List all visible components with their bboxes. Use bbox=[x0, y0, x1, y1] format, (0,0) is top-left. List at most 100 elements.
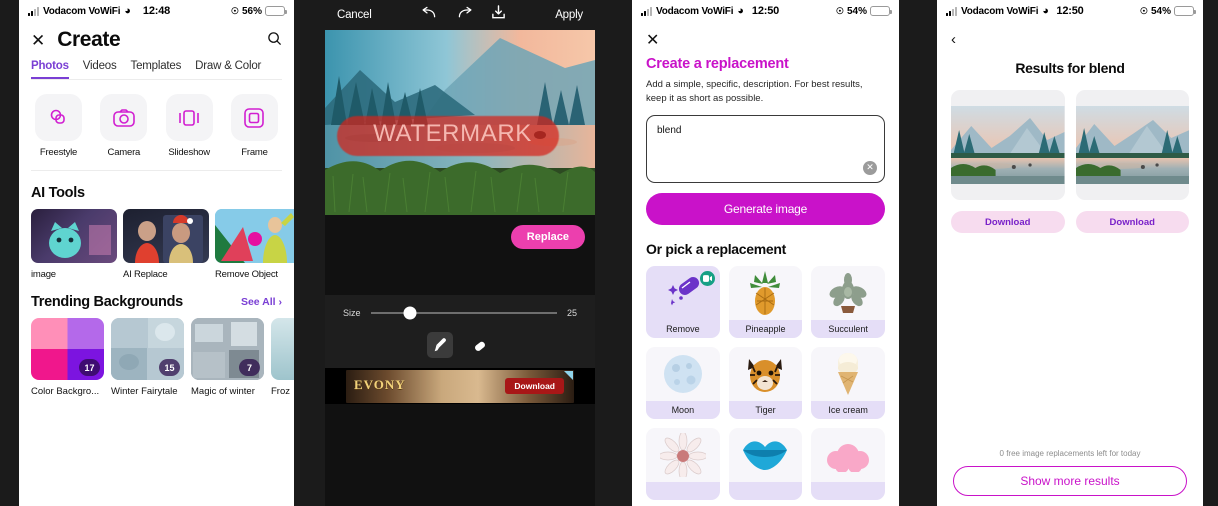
video-badge-icon bbox=[699, 270, 715, 286]
clear-text-icon[interactable]: ✕ bbox=[863, 160, 877, 175]
succulent-plant-icon bbox=[811, 266, 885, 320]
status-time: 12:50 bbox=[1056, 5, 1084, 17]
see-all-label: See All bbox=[240, 296, 276, 308]
redo-arrow-icon[interactable] bbox=[456, 6, 473, 24]
replace-button[interactable]: Replace bbox=[510, 225, 585, 249]
battery-icon bbox=[870, 6, 892, 16]
download-button[interactable]: Download bbox=[1075, 211, 1189, 233]
daisy-flower-icon bbox=[646, 428, 720, 482]
slider-knob[interactable] bbox=[403, 306, 417, 320]
result-image-frame[interactable] bbox=[1075, 90, 1189, 200]
tab-draw-color[interactable]: Draw & Color bbox=[195, 60, 261, 79]
signal-bars-icon bbox=[28, 6, 39, 16]
replacement-label: Moon bbox=[646, 400, 720, 419]
wifi-icon: ◕ bbox=[124, 4, 131, 17]
background-count: 15 bbox=[159, 359, 180, 376]
status-time: 12:48 bbox=[142, 5, 171, 17]
photo-editor-panel: Cancel Apply WATERMARK Replace Size 25 E… bbox=[325, 0, 595, 506]
replacement-item-succulent[interactable]: Succulent bbox=[811, 265, 885, 338]
replacement-item-ice-cream[interactable]: Ice cream bbox=[811, 346, 885, 419]
tool-camera[interactable]: Camera bbox=[96, 94, 151, 158]
background-count: 17 bbox=[79, 359, 100, 376]
replacement-item-fluff[interactable] bbox=[811, 427, 885, 500]
ai-tool-card[interactable]: AI Replace bbox=[123, 209, 209, 280]
tool-label: Slideshow bbox=[168, 147, 210, 158]
back-chevron-icon[interactable]: ‹ bbox=[937, 22, 1203, 48]
background-count: 7 bbox=[239, 359, 260, 376]
replacement-item-daisy[interactable] bbox=[646, 427, 720, 500]
replacement-label: Tiger bbox=[728, 400, 803, 419]
download-icon[interactable] bbox=[491, 5, 506, 25]
tool-slideshow[interactable]: Slideshow bbox=[162, 94, 217, 158]
show-more-results-button[interactable]: Show more results bbox=[953, 466, 1187, 496]
lock-rotation-icon: ☉ bbox=[230, 5, 239, 16]
replacement-item-moon[interactable]: Moon bbox=[646, 346, 720, 419]
camera-icon bbox=[100, 94, 148, 141]
replacement-item-pineapple[interactable]: Pineapple bbox=[728, 265, 803, 338]
close-icon[interactable]: ✕ bbox=[31, 32, 45, 49]
size-slider[interactable] bbox=[370, 306, 557, 320]
ai-tool-card[interactable]: Remove Object bbox=[215, 209, 294, 280]
chevron-right-icon: › bbox=[278, 296, 283, 308]
battery-percent: 54% bbox=[1150, 5, 1171, 17]
background-card[interactable]: 17 Color Backgro... bbox=[31, 318, 104, 397]
status-bar: Vodacom VoWiFi ◕ 12:50 ☉ 54% bbox=[632, 0, 899, 22]
ad-download-button[interactable]: Download bbox=[505, 377, 564, 394]
quick-tools-row: Freestyle Camera Slideshow Frame bbox=[19, 80, 294, 164]
background-card[interactable]: Froz bbox=[271, 318, 294, 397]
editor-history-icons bbox=[421, 5, 506, 25]
result-image-frame[interactable] bbox=[951, 90, 1065, 200]
ai-tool-card[interactable]: image bbox=[31, 209, 117, 280]
section-title: Or pick a replacement bbox=[646, 240, 786, 257]
status-bar: Vodacom VoWiFi ◕ 12:50 ☉ 54% bbox=[937, 0, 1203, 22]
create-replacement-panel: Vodacom VoWiFi ◕ 12:50 ☉ 54% ✕ Create a … bbox=[632, 0, 899, 506]
see-all-button[interactable]: See All › bbox=[241, 296, 282, 308]
download-button[interactable]: Download bbox=[951, 211, 1065, 233]
status-time: 12:50 bbox=[751, 5, 780, 17]
lock-rotation-icon: ☉ bbox=[835, 5, 844, 16]
frozen-thumbnail bbox=[271, 318, 294, 380]
wifi-icon: ◕ bbox=[1042, 4, 1049, 17]
replacement-item-tiger[interactable]: Tiger bbox=[728, 346, 803, 419]
page-subtitle: Add a simple, specific, description. For… bbox=[646, 79, 863, 104]
carrier-label: Vodacom VoWiFi bbox=[961, 5, 1039, 17]
close-icon[interactable]: ✕ bbox=[632, 22, 899, 52]
apply-button[interactable]: Apply bbox=[555, 9, 583, 21]
status-right: ☉ 54% bbox=[835, 5, 892, 17]
tab-templates[interactable]: Templates bbox=[131, 60, 182, 79]
tab-videos[interactable]: Videos bbox=[83, 60, 117, 79]
wifi-icon: ◕ bbox=[737, 4, 744, 17]
background-card[interactable]: 15 Winter Fairytale bbox=[111, 318, 184, 397]
search-icon[interactable] bbox=[267, 31, 282, 50]
pineapple-icon bbox=[729, 266, 803, 320]
slideshow-icon bbox=[165, 94, 213, 141]
background-card[interactable]: 7 Magic of winter bbox=[191, 318, 264, 397]
size-value: 25 bbox=[566, 308, 577, 318]
editor-canvas[interactable]: WATERMARK bbox=[325, 30, 595, 215]
replacement-item-remove[interactable]: Remove bbox=[646, 265, 720, 338]
tab-photos[interactable]: Photos bbox=[31, 60, 69, 79]
tool-frame[interactable]: Frame bbox=[227, 94, 282, 158]
signal-bars-icon bbox=[641, 6, 652, 16]
prompt-value: blend bbox=[657, 124, 682, 136]
brush-tool-row bbox=[343, 332, 577, 358]
cancel-button[interactable]: Cancel bbox=[337, 9, 372, 21]
eraser-icon[interactable] bbox=[467, 332, 493, 358]
result-card: Download bbox=[1075, 90, 1189, 233]
tool-freestyle[interactable]: Freestyle bbox=[31, 94, 86, 158]
background-label: Color Backgro... bbox=[31, 386, 100, 397]
undo-arrow-icon[interactable] bbox=[421, 6, 438, 24]
pink-fluff-icon bbox=[811, 428, 885, 482]
replacement-label: Remove bbox=[666, 323, 700, 334]
magic-of-winter-thumbnail: 7 bbox=[191, 318, 264, 380]
replacement-item-lips[interactable] bbox=[728, 427, 803, 500]
paintbrush-icon[interactable] bbox=[427, 332, 453, 358]
generate-image-button[interactable]: Generate image bbox=[646, 192, 885, 225]
prompt-input[interactable]: blend ✕ bbox=[646, 114, 885, 183]
blue-lips-icon bbox=[729, 428, 803, 482]
ad-banner[interactable]: EVONY Download bbox=[325, 368, 595, 404]
replacement-label: Ice cream bbox=[811, 400, 885, 419]
replacement-label: Pineapple bbox=[728, 319, 803, 338]
ice-cream-cone-icon bbox=[811, 347, 885, 401]
page-title: Create bbox=[57, 28, 121, 51]
